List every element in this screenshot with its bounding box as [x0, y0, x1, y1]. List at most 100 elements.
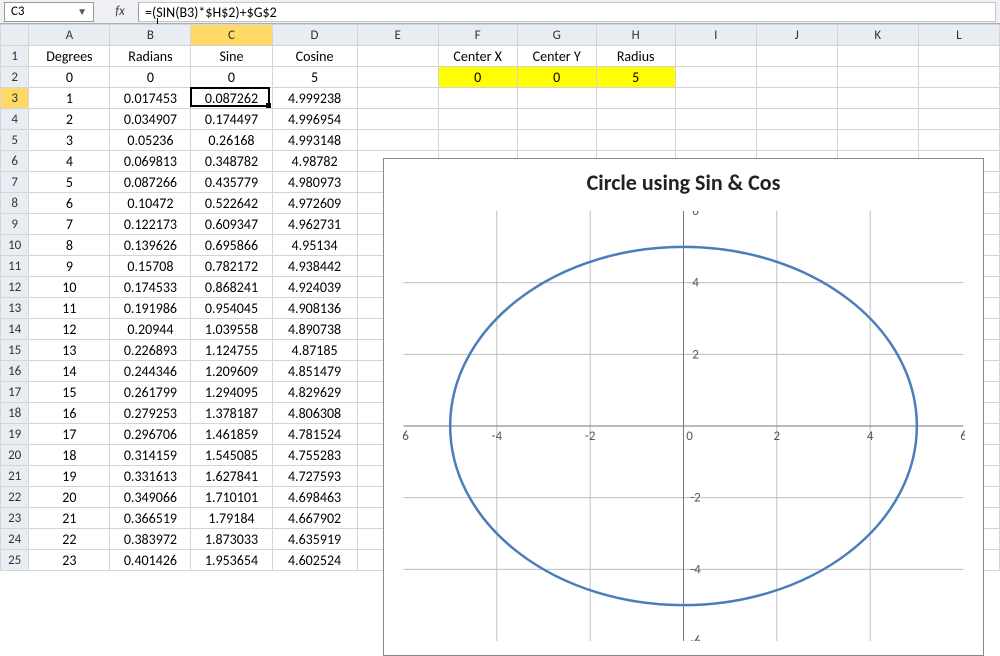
cell-C7[interactable]: 0.435779: [191, 172, 272, 193]
cell-A6[interactable]: 4: [29, 151, 110, 172]
cell-C12[interactable]: 0.868241: [191, 277, 272, 298]
cell-H1[interactable]: Radius: [596, 46, 675, 67]
select-all-corner[interactable]: [1, 25, 29, 46]
row-header-2[interactable]: 2: [1, 67, 29, 88]
cell-A10[interactable]: 8: [29, 235, 110, 256]
cell-A3[interactable]: 1: [29, 88, 110, 109]
row-header-18[interactable]: 18: [1, 403, 29, 424]
cell-A24[interactable]: 22: [29, 529, 110, 550]
cell-C2[interactable]: 0: [191, 67, 272, 88]
cell-D25[interactable]: 4.602524: [272, 550, 357, 571]
cell-F1[interactable]: Center X: [438, 46, 517, 67]
cell-B1[interactable]: Radians: [110, 46, 191, 67]
cell-H3[interactable]: [596, 88, 675, 109]
cell-E2[interactable]: [357, 67, 438, 88]
col-header-J[interactable]: J: [756, 25, 837, 46]
cell-B7[interactable]: 0.087266: [110, 172, 191, 193]
cell-L4[interactable]: [918, 109, 999, 130]
cell-A9[interactable]: 7: [29, 214, 110, 235]
cell-E3[interactable]: [357, 88, 438, 109]
row-header-16[interactable]: 16: [1, 361, 29, 382]
cell-D22[interactable]: 4.698463: [272, 487, 357, 508]
cell-K5[interactable]: [837, 130, 918, 151]
cell-B25[interactable]: 0.401426: [110, 550, 191, 571]
cell-F2[interactable]: 0: [438, 67, 517, 88]
cell-B17[interactable]: 0.261799: [110, 382, 191, 403]
row-header-22[interactable]: 22: [1, 487, 29, 508]
cell-E1[interactable]: [357, 46, 438, 67]
name-box[interactable]: C3 ▼: [4, 2, 94, 22]
cell-D15[interactable]: 4.87185: [272, 340, 357, 361]
row-header-9[interactable]: 9: [1, 214, 29, 235]
cell-A21[interactable]: 19: [29, 466, 110, 487]
cell-D23[interactable]: 4.667902: [272, 508, 357, 529]
cell-C6[interactable]: 0.348782: [191, 151, 272, 172]
cell-B10[interactable]: 0.139626: [110, 235, 191, 256]
row-header-21[interactable]: 21: [1, 466, 29, 487]
cell-C5[interactable]: 0.26168: [191, 130, 272, 151]
row-header-17[interactable]: 17: [1, 382, 29, 403]
cell-C10[interactable]: 0.695866: [191, 235, 272, 256]
cell-D10[interactable]: 4.95134: [272, 235, 357, 256]
row-header-10[interactable]: 10: [1, 235, 29, 256]
cell-D2[interactable]: 5: [272, 67, 357, 88]
col-header-B[interactable]: B: [110, 25, 191, 46]
cell-A19[interactable]: 17: [29, 424, 110, 445]
cell-D24[interactable]: 4.635919: [272, 529, 357, 550]
cell-B2[interactable]: 0: [110, 67, 191, 88]
cell-K1[interactable]: [837, 46, 918, 67]
cell-A11[interactable]: 9: [29, 256, 110, 277]
cell-C24[interactable]: 1.873033: [191, 529, 272, 550]
cell-B24[interactable]: 0.383972: [110, 529, 191, 550]
cell-D12[interactable]: 4.924039: [272, 277, 357, 298]
row-header-23[interactable]: 23: [1, 508, 29, 529]
cell-J2[interactable]: [756, 67, 837, 88]
row-header-6[interactable]: 6: [1, 151, 29, 172]
row-header-8[interactable]: 8: [1, 193, 29, 214]
cell-B19[interactable]: 0.296706: [110, 424, 191, 445]
cell-B23[interactable]: 0.366519: [110, 508, 191, 529]
cell-G2[interactable]: 0: [517, 67, 596, 88]
cell-A22[interactable]: 20: [29, 487, 110, 508]
col-header-G[interactable]: G: [517, 25, 596, 46]
cell-A5[interactable]: 3: [29, 130, 110, 151]
fx-button[interactable]: fx: [108, 4, 132, 19]
cell-G1[interactable]: Center Y: [517, 46, 596, 67]
cell-D4[interactable]: 4.996954: [272, 109, 357, 130]
row-header-5[interactable]: 5: [1, 130, 29, 151]
row-header-20[interactable]: 20: [1, 445, 29, 466]
col-header-H[interactable]: H: [596, 25, 675, 46]
cell-A13[interactable]: 11: [29, 298, 110, 319]
cell-C14[interactable]: 1.039558: [191, 319, 272, 340]
formula-input[interactable]: =(SIN(B3)*$H$2)+$G$2: [138, 2, 996, 22]
cell-H5[interactable]: [596, 130, 675, 151]
cell-K3[interactable]: [837, 88, 918, 109]
cell-E5[interactable]: [357, 130, 438, 151]
cell-C9[interactable]: 0.609347: [191, 214, 272, 235]
cell-C25[interactable]: 1.953654: [191, 550, 272, 571]
col-header-L[interactable]: L: [918, 25, 999, 46]
cell-J1[interactable]: [756, 46, 837, 67]
cell-B12[interactable]: 0.174533: [110, 277, 191, 298]
cell-I3[interactable]: [675, 88, 756, 109]
cell-J4[interactable]: [756, 109, 837, 130]
cell-C22[interactable]: 1.710101: [191, 487, 272, 508]
row-header-11[interactable]: 11: [1, 256, 29, 277]
cell-B13[interactable]: 0.191986: [110, 298, 191, 319]
cell-I4[interactable]: [675, 109, 756, 130]
cell-A16[interactable]: 14: [29, 361, 110, 382]
cell-C1[interactable]: Sine: [191, 46, 272, 67]
cell-C18[interactable]: 1.378187: [191, 403, 272, 424]
cell-B3[interactable]: 0.017453: [110, 88, 191, 109]
cell-H4[interactable]: [596, 109, 675, 130]
cell-D7[interactable]: 4.980973: [272, 172, 357, 193]
cell-F5[interactable]: [438, 130, 517, 151]
cell-D6[interactable]: 4.98782: [272, 151, 357, 172]
cell-C20[interactable]: 1.545085: [191, 445, 272, 466]
cell-B18[interactable]: 0.279253: [110, 403, 191, 424]
cell-J3[interactable]: [756, 88, 837, 109]
cell-F4[interactable]: [438, 109, 517, 130]
cell-B16[interactable]: 0.244346: [110, 361, 191, 382]
cell-K2[interactable]: [837, 67, 918, 88]
cell-L1[interactable]: [918, 46, 999, 67]
